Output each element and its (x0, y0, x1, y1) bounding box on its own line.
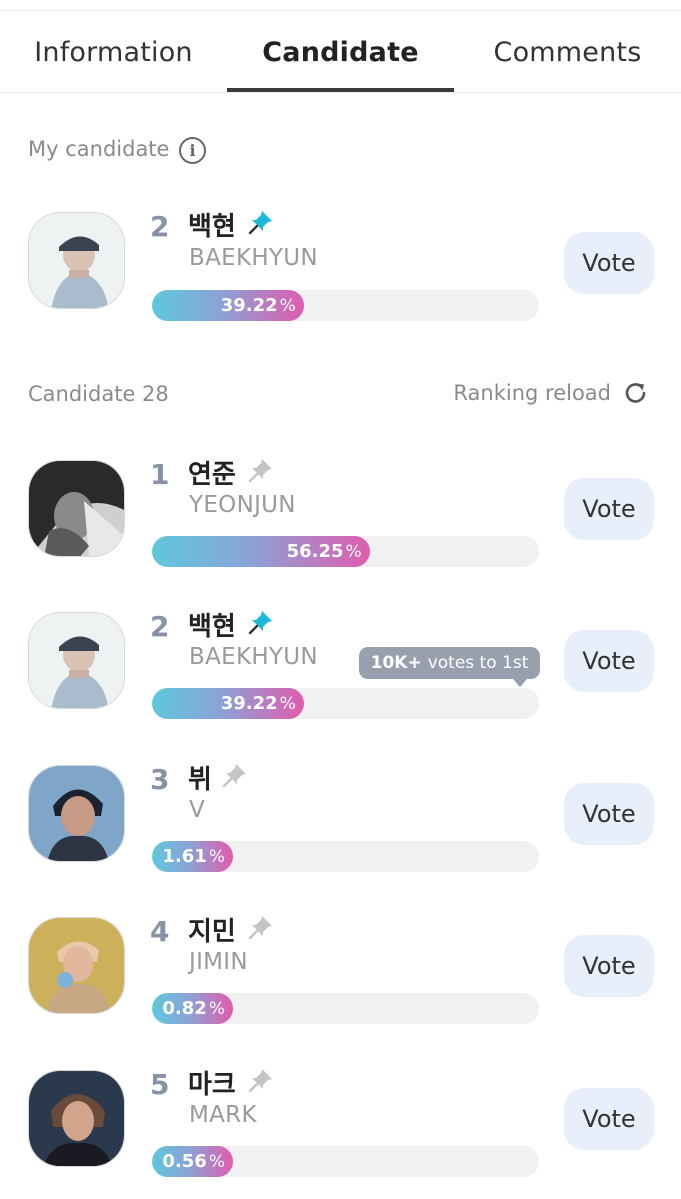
vote-progress-bar: 0.56% (152, 1146, 539, 1177)
ranking-reload-label: Ranking reload (453, 381, 611, 405)
active-tab-indicator (227, 88, 454, 92)
candidate-row: 5 마크 MARK 0.56% Vote (0, 1056, 681, 1199)
avatar (28, 917, 125, 1014)
votes-to-first-tooltip: 10K+ votes to 1st (359, 647, 540, 679)
vote-progress-bar: 39.22% (152, 688, 539, 719)
tab-bar: Information Candidate Comments (0, 11, 681, 93)
rank-number: 2 (150, 610, 170, 643)
vote-progress-bar: 0.82% (152, 993, 539, 1024)
info-icon[interactable]: i (179, 137, 206, 164)
vote-progress-bar: 1.61% (152, 841, 539, 872)
pin-icon[interactable] (248, 209, 274, 235)
candidate-name-english: BAEKHYUN (189, 245, 318, 271)
vote-percent: 39.22% (220, 693, 296, 714)
vote-progress-fill: 39.22% (152, 290, 304, 321)
candidate-name-english: JIMIN (189, 949, 248, 975)
vote-percent: 39.22% (220, 295, 296, 316)
candidate-row: 1 연준 YEONJUN 56.25% Vote (0, 446, 681, 596)
candidate-count-label: Candidate 28 (28, 382, 169, 406)
my-candidate-label: My candidate (28, 137, 170, 161)
vote-button[interactable]: Vote (564, 1088, 654, 1150)
vote-percent: 56.25% (286, 541, 362, 562)
rank-number: 1 (150, 458, 170, 491)
vote-progress-fill: 1.61% (152, 841, 233, 872)
candidate-name-korean: 뷔 (188, 765, 212, 795)
ranking-reload-button[interactable]: Ranking reload (453, 380, 649, 406)
rank-number: 3 (150, 763, 170, 796)
pin-icon[interactable] (248, 609, 274, 635)
vote-percent: 0.82% (162, 998, 225, 1019)
vote-progress-bar: 39.22% (152, 290, 539, 321)
candidate-row: 2 백현 BAEKHYUN 39.22% Vote (0, 598, 681, 748)
vote-button[interactable]: Vote (564, 478, 654, 540)
vote-progress-bar: 56.25% (152, 536, 539, 567)
avatar (28, 612, 125, 709)
tooltip-arrow (513, 679, 527, 687)
candidate-name-korean: 백현 (188, 612, 236, 642)
tab-information[interactable]: Information (0, 11, 227, 93)
vote-progress-fill: 0.56% (152, 1146, 233, 1177)
avatar (28, 1070, 125, 1167)
vote-button[interactable]: Vote (564, 630, 654, 692)
pin-icon[interactable] (248, 457, 274, 483)
vote-progress-fill: 0.82% (152, 993, 233, 1024)
pin-icon[interactable] (222, 762, 248, 788)
candidate-row: 4 지민 JIMIN 0.82% Vote (0, 903, 681, 1053)
candidate-name-korean: 마크 (188, 1070, 236, 1100)
candidate-name-english: YEONJUN (189, 492, 296, 518)
refresh-icon (625, 383, 646, 403)
vote-button[interactable]: Vote (564, 783, 654, 845)
vote-button[interactable]: Vote (564, 935, 654, 997)
vote-button[interactable]: Vote (564, 232, 654, 294)
rank-number: 2 (150, 210, 170, 243)
avatar (28, 460, 125, 557)
pin-icon[interactable] (248, 1067, 274, 1093)
candidate-name-korean: 지민 (188, 917, 236, 947)
my-candidate-row: 2 백현 BAEKHYUN 39.22% Vote (0, 200, 681, 350)
vote-progress-fill: 39.22% (152, 688, 304, 719)
avatar (28, 765, 125, 862)
vote-progress-fill: 56.25% (152, 536, 370, 567)
candidate-name-korean: 백현 (188, 212, 236, 242)
vote-percent: 1.61% (162, 846, 225, 867)
tab-comments[interactable]: Comments (454, 11, 681, 93)
avatar (28, 212, 125, 309)
vote-percent: 0.56% (162, 1151, 225, 1172)
candidate-row: 3 뷔 V 1.61% Vote (0, 751, 681, 901)
candidate-name-english: V (189, 797, 206, 823)
candidate-name-korean: 연준 (188, 460, 236, 490)
pin-icon[interactable] (248, 914, 274, 940)
tab-candidate[interactable]: Candidate (227, 11, 454, 93)
rank-number: 4 (150, 915, 170, 948)
rank-number: 5 (150, 1068, 170, 1101)
candidate-name-english: BAEKHYUN (189, 644, 318, 670)
candidate-name-english: MARK (189, 1102, 257, 1128)
